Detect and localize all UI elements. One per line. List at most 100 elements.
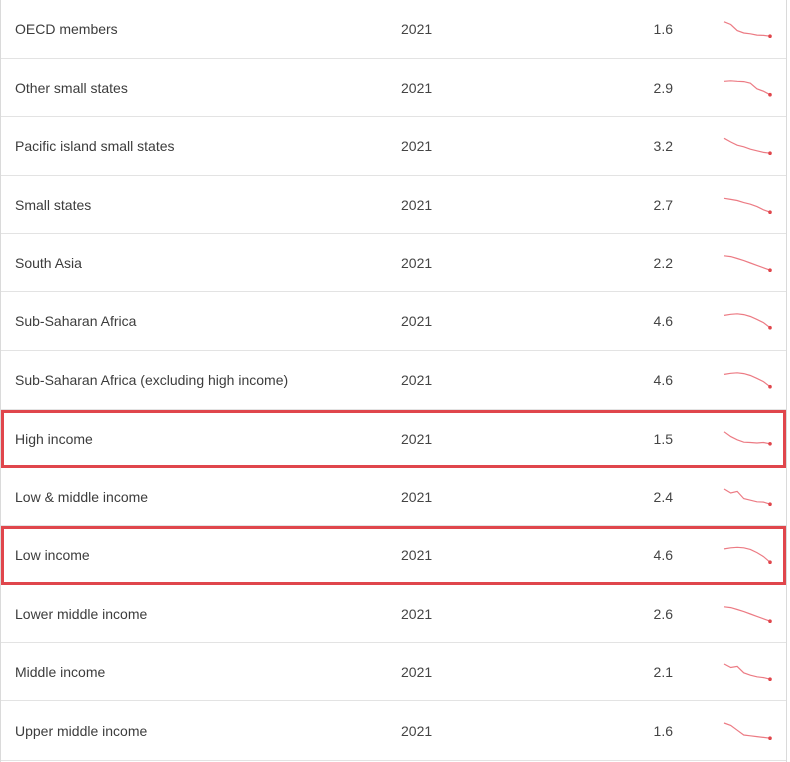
sparkline-chart: [721, 585, 779, 642]
sparkline-svg: [723, 79, 772, 97]
sparkline-chart: [721, 59, 779, 116]
sparkline-line: [723, 487, 771, 505]
sparkline-svg: [723, 313, 772, 330]
country-name-link[interactable]: OECD members: [15, 0, 345, 58]
sparkline-end-dot: [768, 325, 772, 330]
sparkline-end-dot: [768, 209, 772, 214]
year-cell: 2021: [401, 663, 433, 680]
sparkline-line: [723, 605, 771, 622]
sparkline-svg: [723, 372, 772, 389]
year-cell: 2021: [401, 79, 433, 96]
country-name-link[interactable]: Low & middle income: [15, 468, 345, 525]
year-cell: 2021: [401, 196, 433, 213]
sparkline-end-dot: [768, 735, 772, 740]
value-cell: 2.4: [653, 488, 673, 505]
sparkline-line: [723, 546, 771, 563]
table-row[interactable]: Small states 2021 2.7: [1, 176, 786, 234]
sparkline-chart: [721, 117, 779, 175]
value-cell: 2.9: [653, 79, 673, 96]
year-cell: 2021: [401, 488, 433, 505]
country-name-link[interactable]: Lower middle income: [15, 585, 345, 642]
sparkline-end-dot: [768, 384, 772, 389]
value-cell: 4.6: [653, 372, 673, 388]
sparkline-svg: [723, 197, 772, 214]
table-row[interactable]: Low income 2021 4.6: [1, 526, 786, 585]
value-cell: 2.1: [653, 663, 673, 680]
sparkline-end-dot: [768, 676, 772, 681]
sparkline-svg: [723, 254, 772, 272]
country-name-link[interactable]: Low income: [15, 526, 345, 584]
year-cell: 2021: [401, 254, 433, 271]
table-row[interactable]: Middle income 2021 2.1: [1, 643, 786, 701]
country-name-link[interactable]: Middle income: [15, 643, 345, 700]
sparkline-line: [723, 197, 771, 213]
sparkline-line: [723, 662, 771, 680]
country-name-link[interactable]: Sub-Saharan Africa (excluding high incom…: [15, 351, 345, 409]
value-cell: 2.6: [653, 605, 673, 622]
year-cell: 2021: [401, 547, 433, 563]
year-cell: 2021: [401, 722, 433, 739]
sparkline-svg: [723, 137, 772, 155]
sparkline-end-dot: [768, 501, 772, 506]
table-row[interactable]: Low & middle income 2021 2.4: [1, 468, 786, 526]
sparkline-chart: [721, 468, 779, 525]
sparkline-svg: [723, 487, 772, 506]
sparkline-line: [723, 137, 771, 154]
table-row[interactable]: Lower middle income 2021 2.6: [1, 585, 786, 643]
sparkline-chart: [721, 701, 779, 760]
sparkline-end-dot: [768, 267, 772, 272]
sparkline-chart: [721, 292, 779, 350]
sparkline-svg: [723, 430, 772, 446]
sparkline-line: [723, 372, 771, 388]
value-cell: 4.6: [653, 547, 673, 563]
sparkline-chart: [721, 526, 779, 584]
sparkline-chart: [721, 0, 779, 58]
year-cell: 2021: [401, 313, 433, 329]
value-cell: 1.6: [653, 21, 673, 37]
sparkline-svg: [723, 546, 772, 564]
value-cell: 1.6: [653, 722, 673, 739]
country-name-link[interactable]: High income: [15, 410, 345, 467]
sparkline-line: [723, 313, 771, 329]
sparkline-chart: [721, 234, 779, 291]
year-cell: 2021: [401, 605, 433, 622]
sparkline-chart: [721, 176, 779, 233]
sparkline-end-dot: [768, 441, 772, 446]
table-row[interactable]: Other small states 2021 2.9: [1, 59, 786, 117]
sparkline-svg: [723, 21, 772, 38]
country-name-link[interactable]: Other small states: [15, 59, 345, 116]
sparkline-end-dot: [768, 34, 772, 38]
sparkline-end-dot: [768, 560, 772, 564]
value-cell: 3.2: [653, 138, 673, 154]
sparkline-svg: [723, 662, 772, 681]
table-row[interactable]: South Asia 2021 2.2: [1, 234, 786, 292]
table-row[interactable]: Sub-Saharan Africa 2021 4.6: [1, 292, 786, 351]
country-name-link[interactable]: South Asia: [15, 234, 345, 291]
value-cell: 2.7: [653, 196, 673, 213]
sparkline-line: [723, 79, 771, 95]
table-row[interactable]: High income 2021 1.5: [1, 410, 786, 468]
sparkline-svg: [723, 605, 772, 623]
sparkline-end-dot: [768, 92, 772, 97]
value-cell: 4.6: [653, 313, 673, 329]
country-name-link[interactable]: Upper middle income: [15, 701, 345, 760]
sparkline-end-dot: [768, 618, 772, 623]
table-row[interactable]: Sub-Saharan Africa (excluding high incom…: [1, 351, 786, 410]
country-name-link[interactable]: Pacific island small states: [15, 117, 345, 175]
year-cell: 2021: [401, 21, 433, 37]
sparkline-chart: [721, 351, 779, 409]
sparkline-line: [723, 430, 771, 444]
table-row[interactable]: OECD members 2021 1.6: [1, 0, 786, 59]
sparkline-line: [723, 721, 771, 739]
table-row[interactable]: Upper middle income 2021 1.6: [1, 701, 786, 761]
country-name-link[interactable]: Small states: [15, 176, 345, 233]
table-row[interactable]: Pacific island small states 2021 3.2: [1, 117, 786, 176]
value-cell: 2.2: [653, 254, 673, 271]
sparkline-chart: [721, 643, 779, 700]
value-cell: 1.5: [653, 430, 673, 447]
year-cell: 2021: [401, 372, 433, 388]
country-name-link[interactable]: Sub-Saharan Africa: [15, 292, 345, 350]
year-cell: 2021: [401, 430, 433, 447]
sparkline-line: [723, 21, 771, 37]
data-table: OECD members 2021 1.6 Other small states 202…: [0, 0, 787, 762]
